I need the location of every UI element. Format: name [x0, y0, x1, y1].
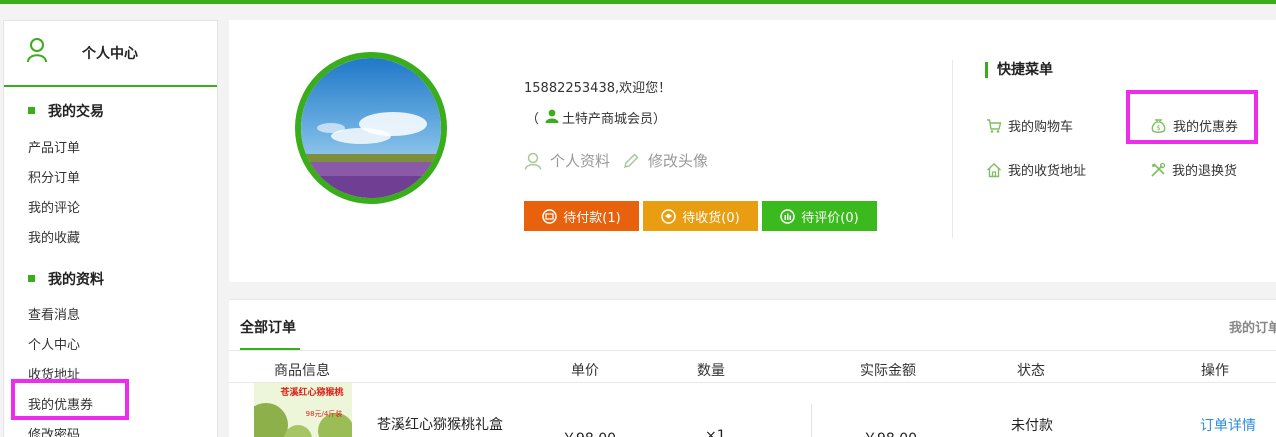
pending-receipt-label: 待收货(0) — [682, 210, 740, 226]
sidebar-header: 个人中心 — [4, 21, 217, 87]
sidebar-item-my-favorites[interactable]: 我的收藏 — [28, 227, 80, 246]
address-label: 我的收货地址 — [1008, 164, 1087, 179]
section-my-profile: 我的资料 — [28, 269, 104, 289]
sidebar-item-product-orders[interactable]: 产品订单 — [28, 137, 80, 156]
pending-review-label: 待评价(0) — [801, 210, 859, 226]
wallet-icon — [542, 208, 558, 224]
pending-payment-button[interactable]: 待付款(1) — [524, 201, 639, 231]
orders-table-header: 商品信息 单价 数量 实际金额 状态 操作 — [229, 350, 1276, 383]
order-status-buttons: 待付款(1) 待收货(0) 待评价(0) — [524, 201, 881, 231]
top-accent-bar — [0, 0, 1276, 4]
highlight-box — [11, 379, 129, 420]
section-label: 我的交易 — [48, 104, 104, 120]
orders-panel: 全部订单 我的订单 商品信息 单价 数量 实际金额 状态 操作 苍溪红心猕猴桃 … — [229, 299, 1276, 437]
quick-item-cart[interactable]: 我的购物车 — [986, 116, 1073, 135]
cart-label: 我的购物车 — [1008, 120, 1074, 135]
order-detail-link[interactable]: 订单详情 — [1200, 415, 1256, 435]
col-status: 状态 — [1017, 363, 1045, 379]
product-name[interactable]: 苍溪红心猕猴桃礼盒 — [377, 414, 503, 434]
sidebar-item-my-reviews[interactable]: 我的评论 — [28, 197, 80, 216]
user-outline-icon — [524, 152, 542, 170]
profile-panel: 15882253438,欢迎您！ （ 土特产商城会员 ） 个人资料 修改头像 待… — [229, 20, 1276, 282]
order-qty: ×1 — [705, 428, 726, 437]
cart-icon — [987, 118, 1002, 133]
sidebar-item-points-orders[interactable]: 积分订单 — [28, 167, 80, 186]
col-price: 单价 — [571, 363, 599, 379]
col-qty: 数量 — [697, 363, 725, 379]
highlight-box — [1126, 90, 1258, 144]
divider — [952, 60, 953, 238]
product-image-caption: 苍溪红心猕猴桃 — [279, 386, 343, 398]
change-avatar-link[interactable]: 修改头像 — [622, 150, 708, 171]
member-level: （ 土特产商城会员 ） — [526, 108, 666, 127]
sidebar-item-change-password[interactable]: 修改密码 — [28, 424, 80, 437]
section-label: 我的资料 — [48, 272, 104, 288]
col-amount: 实际金额 — [860, 363, 916, 379]
order-status: 未付款 — [1011, 418, 1053, 434]
profile-links: 个人资料 修改头像 — [524, 150, 720, 171]
user-icon — [26, 37, 48, 67]
personal-info-link[interactable]: 个人资料 — [524, 150, 610, 171]
sidebar-title: 个人中心 — [82, 46, 138, 62]
paren-close: ） — [653, 112, 667, 127]
pending-receipt-button[interactable]: 待收货(0) — [643, 201, 758, 231]
tab-all-orders[interactable]: 全部订单 — [240, 317, 296, 337]
sidebar-item-personal-center[interactable]: 个人中心 — [28, 334, 80, 353]
section-my-trade: 我的交易 — [28, 101, 104, 121]
tab-my-orders[interactable]: 我的订单 — [1229, 317, 1276, 336]
product-image[interactable]: 苍溪红心猕猴桃 98元/4斤装 — [254, 383, 352, 437]
pending-payment-label: 待付款(1) — [563, 210, 621, 226]
quick-item-address[interactable]: 我的收货地址 — [986, 160, 1086, 179]
product-image-price: 98元/4斤装 — [306, 409, 343, 418]
pencil-icon — [623, 152, 639, 168]
welcome-text: 15882253438,欢迎您！ — [524, 81, 672, 96]
sidebar: 个人中心 我的交易 产品订单 积分订单 我的评论 我的收藏 我的资料 查看消息 … — [3, 20, 218, 437]
paren-open: （ — [526, 112, 540, 127]
avatar[interactable] — [295, 52, 447, 204]
quick-menu-title: 快捷菜单 — [985, 62, 1053, 78]
tools-icon — [1151, 162, 1166, 177]
change-avatar-label: 修改头像 — [648, 152, 709, 170]
col-product: 商品信息 — [274, 363, 330, 379]
quick-item-returns[interactable]: 我的退换货 — [1150, 160, 1237, 179]
row-divider — [811, 404, 812, 437]
box-icon — [661, 208, 677, 224]
chart-icon — [780, 208, 796, 224]
bullet-icon — [28, 274, 35, 282]
sidebar-item-messages[interactable]: 查看消息 — [28, 304, 80, 323]
personal-info-label: 个人资料 — [550, 152, 611, 170]
order-price: ￥98.00 — [562, 428, 616, 437]
home-icon — [987, 162, 1001, 177]
col-action: 操作 — [1201, 363, 1229, 379]
pending-review-button[interactable]: 待评价(0) — [762, 201, 877, 231]
order-amount: ￥98.00 — [863, 428, 917, 437]
bullet-icon — [28, 106, 35, 114]
member-level-label: 土特产商城会员 — [562, 112, 654, 127]
returns-label: 我的退换货 — [1172, 164, 1238, 179]
person-icon — [545, 109, 559, 127]
